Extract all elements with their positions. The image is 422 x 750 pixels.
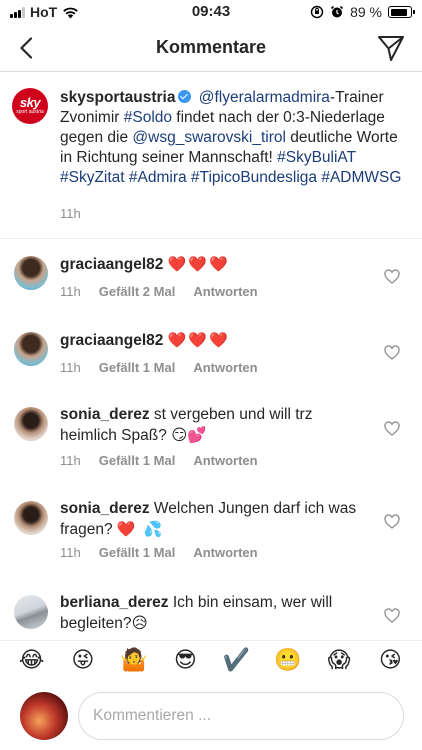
emoji-button-check[interactable]: ✔️ [222, 645, 252, 675]
comment-meta: 11h Gefällt 1 Mal Antworten [60, 545, 276, 560]
emoji-button-winking-tongue[interactable]: 😜 [68, 645, 98, 675]
comment-emoji: ❤️❤️❤️ [167, 332, 230, 349]
emoji-button-kiss[interactable]: 😘 [375, 645, 405, 675]
comment-likes[interactable]: Gefällt 1 Mal [99, 545, 176, 560]
comment-username[interactable]: sonia_derez [60, 500, 150, 517]
avatar[interactable] [14, 332, 48, 366]
reply-button[interactable]: Antworten [193, 284, 257, 299]
comment-username[interactable]: graciaangel82 [60, 256, 163, 273]
avatar[interactable] [14, 256, 48, 290]
comment-timestamp: 11h [60, 284, 81, 299]
status-right: 89 % [310, 4, 415, 20]
mention-link[interactable]: @wsg_swarovski_tirol [132, 129, 286, 146]
comment-item: sonia_derez Welchen Jungen darf ich was … [0, 486, 422, 582]
page-title: Kommentare [155, 37, 267, 57]
comment-meta: 11h Gefällt 2 Mal Antworten [60, 284, 276, 299]
comment-text: sonia_derez Welchen Jungen darf ich was … [60, 498, 370, 540]
avatar[interactable] [14, 501, 48, 535]
status-bar: HoT 09:43 89 % [0, 0, 422, 24]
avatar[interactable]: sky sport austria [12, 88, 48, 124]
comment-likes[interactable]: Gefällt 1 Mal [99, 453, 176, 468]
comment-emoji: ❤️ 💦 [116, 521, 165, 538]
comment-composer [0, 682, 422, 750]
avatar [20, 692, 68, 740]
emoji-button-grimace[interactable]: 😬 [273, 645, 303, 675]
verified-badge-icon [178, 90, 192, 103]
comment-timestamp: 11h [60, 453, 81, 468]
comment-input[interactable] [78, 692, 404, 740]
comment-item: berliana_derez Ich bin einsam, wer will … [0, 580, 422, 640]
comment-timestamp: 11h [60, 545, 81, 560]
comment-item: graciaangel82 ❤️❤️❤️ 11h Gefällt 1 Mal A… [0, 316, 422, 396]
comment-likes[interactable]: Gefällt 2 Mal [99, 284, 176, 299]
comment-text: berliana_derez Ich bin einsam, wer will … [60, 592, 370, 634]
comment-text: graciaangel82 ❤️❤️❤️ [60, 330, 370, 351]
alarm-icon [331, 5, 344, 18]
comment-username[interactable]: sonia_derez [60, 406, 150, 423]
caption-timestamp: 11h [60, 206, 81, 221]
comment-emoji: 😥 [131, 615, 148, 632]
comment-item: graciaangel82 ❤️❤️❤️ 11h Gefällt 2 Mal A… [0, 240, 422, 320]
comment-emoji: 😏💕 [171, 427, 207, 444]
avatar[interactable] [14, 595, 48, 629]
nav-bar: Kommentare [0, 24, 422, 72]
comment-likes[interactable]: Gefällt 1 Mal [99, 360, 176, 375]
heart-icon[interactable] [384, 269, 400, 285]
reply-button[interactable]: Antworten [193, 360, 257, 375]
hashtag-link[interactable]: #Soldo [124, 109, 172, 126]
comment-meta: 11h Gefällt 1 Mal Antworten [60, 453, 276, 468]
comment-timestamp: 11h [60, 360, 81, 375]
caption-username[interactable]: skysportaustria [60, 89, 175, 106]
reply-button[interactable]: Antworten [193, 545, 257, 560]
avatar-logo-text: sky [19, 95, 41, 110]
comment-emoji: ❤️❤️❤️ [167, 256, 230, 273]
comment-text: sonia_derez st vergeben und will trz hei… [60, 404, 370, 446]
heart-icon[interactable] [384, 421, 400, 437]
battery-icon [388, 6, 415, 18]
heart-icon[interactable] [384, 345, 400, 361]
send-direct-icon[interactable] [376, 33, 406, 63]
avatar[interactable] [14, 407, 48, 441]
emoji-button-scream[interactable]: 😱 [324, 645, 354, 675]
avatar-logo-subtext: sport austria [16, 109, 44, 115]
heart-icon[interactable] [384, 608, 400, 624]
heart-icon[interactable] [384, 514, 400, 530]
caption-text: skysportaustria @flyeralarmadmira-Traine… [60, 88, 410, 188]
battery-percent: 89 % [350, 4, 382, 20]
reply-button[interactable]: Antworten [193, 453, 257, 468]
post-caption: sky sport austria skysportaustria @flyer… [0, 72, 422, 239]
emoji-button-sunglasses[interactable]: 😎 [170, 645, 200, 675]
comment-username[interactable]: graciaangel82 [60, 332, 163, 349]
emoji-button-shrug[interactable]: 🤷 [119, 645, 149, 675]
comment-username[interactable]: berliana_derez [60, 594, 169, 611]
emoji-button-tears-of-joy[interactable]: 😂 [17, 645, 47, 675]
comment-text: graciaangel82 ❤️❤️❤️ [60, 254, 370, 275]
emoji-quick-bar: 😂 😜 🤷 😎 ✔️ 😬 😱 😘 [0, 640, 422, 678]
mention-link[interactable]: @flyeralarmadmira [199, 89, 330, 106]
comment-item: sonia_derez st vergeben und will trz hei… [0, 392, 422, 488]
comment-meta: 11h Gefällt 1 Mal Antworten [60, 360, 276, 375]
orientation-lock-icon [310, 5, 324, 19]
